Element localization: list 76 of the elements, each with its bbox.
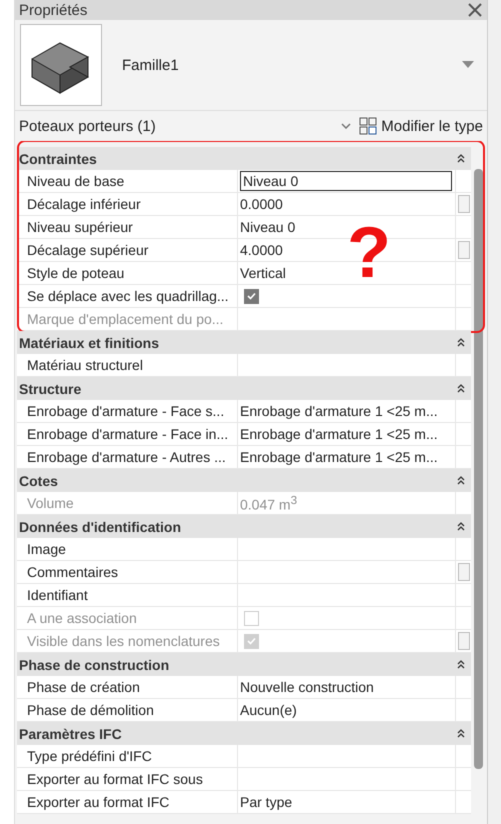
property-label: Se déplace avec les quadrillag... xyxy=(17,285,238,307)
checkmark-icon xyxy=(247,292,256,300)
section-title: Cotes xyxy=(19,472,58,488)
section-header[interactable]: Cotes xyxy=(17,469,471,492)
checkmark-icon xyxy=(247,637,256,645)
property-label: Décalage supérieur xyxy=(17,239,238,261)
property-label: Enrobage d'armature - Face in... xyxy=(17,423,238,445)
collapse-button[interactable] xyxy=(457,154,465,163)
type-selector[interactable]: Famille1 xyxy=(15,20,487,111)
chevron-down-icon[interactable] xyxy=(341,123,352,129)
property-label: A une association xyxy=(17,607,238,629)
collapse-button[interactable] xyxy=(457,522,465,531)
section-header[interactable]: Matériaux et finitions xyxy=(17,331,471,354)
category-filter[interactable]: Poteaux porteurs (1) xyxy=(19,118,334,134)
property-label: Phase de démolition xyxy=(17,699,238,721)
collapse-icon xyxy=(457,476,465,485)
property-label: Matériau structurel xyxy=(17,354,238,376)
property-value: Nouvelle construction xyxy=(240,679,374,695)
section-header[interactable]: Paramètres IFC xyxy=(17,722,471,745)
property-label: Exporter au format IFC xyxy=(17,791,238,813)
property-value: Par type xyxy=(240,794,292,810)
collapse-icon xyxy=(457,338,465,347)
property-label: Exporter au format IFC sous xyxy=(17,768,238,790)
dropdown-caret-icon[interactable] xyxy=(462,61,474,69)
property-label: Niveau de base xyxy=(17,170,238,192)
property-value: Enrobage d'armature 1 <25 m... xyxy=(240,426,438,442)
section-title: Contraintes xyxy=(19,150,97,166)
section-title: Paramètres IFC xyxy=(19,726,122,742)
property-value: 4.0000 xyxy=(240,242,283,258)
section-header[interactable]: Structure xyxy=(17,377,471,400)
property-value: Enrobage d'armature 1 <25 m... xyxy=(240,449,438,465)
property-value: Vertical xyxy=(240,265,286,281)
property-label: Décalage inférieur xyxy=(17,193,238,215)
property-value: Aucun(e) xyxy=(240,702,297,718)
property-label: Niveau supérieur xyxy=(17,216,238,238)
section-title: Structure xyxy=(19,380,82,396)
collapse-icon xyxy=(457,729,465,738)
collapse-button[interactable] xyxy=(457,476,465,485)
value-field[interactable]: Niveau 0 xyxy=(240,171,452,191)
collapse-icon xyxy=(457,522,465,531)
section-title: Données d'identification xyxy=(19,518,182,534)
section-title: Matériaux et finitions xyxy=(19,334,160,350)
collapse-button[interactable] xyxy=(457,660,465,669)
collapse-button[interactable] xyxy=(457,338,465,347)
section-header[interactable]: Données d'identification xyxy=(17,515,471,538)
property-label: Visible dans les nomenclatures xyxy=(17,630,238,652)
property-label: Identifiant xyxy=(17,584,238,606)
collapse-icon xyxy=(457,154,465,163)
family-name: Famille1 xyxy=(122,56,180,74)
property-label: Image xyxy=(17,538,238,560)
property-label: Volume xyxy=(17,492,238,514)
collapse-button[interactable] xyxy=(457,729,465,738)
property-value: 0.047 m$^{3}$ xyxy=(240,494,298,512)
collapse-icon xyxy=(457,384,465,393)
section-header[interactable]: Phase de construction xyxy=(17,653,471,676)
property-label: Commentaires xyxy=(17,561,238,583)
checkbox[interactable] xyxy=(244,288,259,304)
property-label: Type prédéfini d'IFC xyxy=(17,745,238,767)
property-label: Phase de création xyxy=(17,676,238,698)
property-value: 0.0000 xyxy=(240,196,283,212)
edit-type-button[interactable]: Modifier le type xyxy=(359,117,483,135)
collapse-button[interactable] xyxy=(457,384,465,393)
grid-icon xyxy=(359,117,378,135)
property-value: Enrobage d'armature 1 <25 m... xyxy=(240,403,438,419)
scrollbar[interactable] xyxy=(474,169,483,769)
section-header[interactable]: Contraintes xyxy=(17,147,471,170)
question-mark: ? xyxy=(347,217,391,289)
property-label: Enrobage d'armature - Face s... xyxy=(17,400,238,422)
collapse-icon xyxy=(457,660,465,669)
property-label: Enrobage d'armature - Autres ... xyxy=(17,446,238,468)
close-button[interactable] xyxy=(467,2,483,18)
property-label: Marque d'emplacement du po... xyxy=(17,308,238,330)
section-title: Phase de construction xyxy=(19,656,170,672)
window-title: Propriétés xyxy=(19,2,88,18)
property-value: Niveau 0 xyxy=(240,219,296,235)
property-label: Style de poteau xyxy=(17,262,238,284)
